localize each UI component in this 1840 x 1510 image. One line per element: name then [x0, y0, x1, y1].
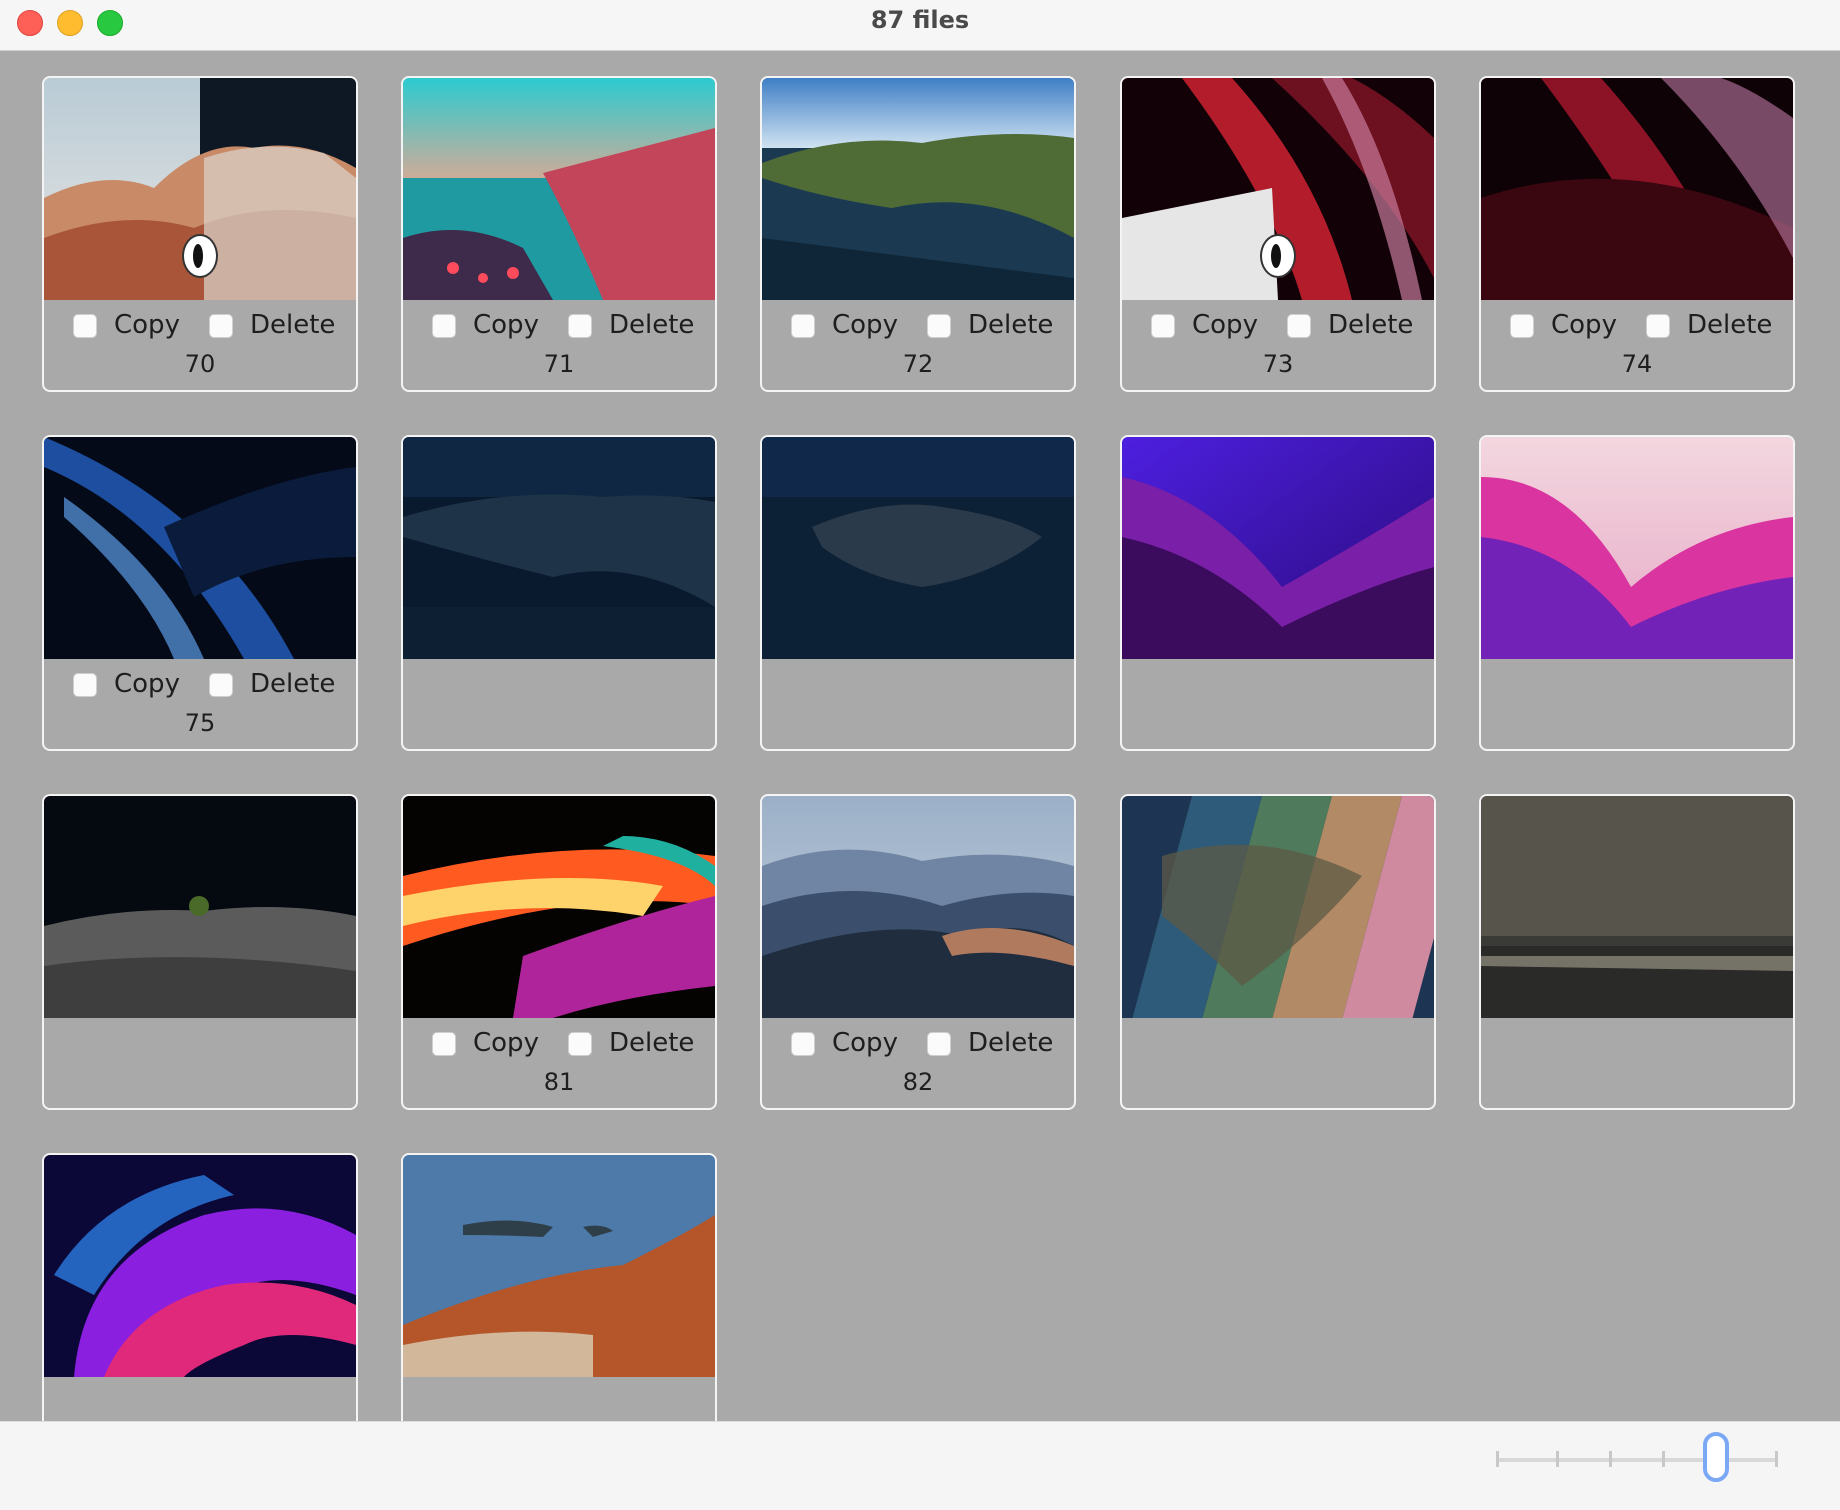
file-number: 70 [184, 350, 216, 378]
thumbnail-card[interactable]: Copy Delete 74 [1479, 76, 1795, 392]
thumbnail-image[interactable] [762, 437, 1074, 659]
thumbnail-image[interactable] [403, 796, 715, 1018]
window-title: 87 files [870, 6, 970, 34]
card-controls: Copy Delete [1481, 308, 1793, 348]
app-window: 87 files Copy Delete 70 Copy Delete 71 Copy D… [0, 0, 1840, 1510]
thumbnail-card[interactable]: Copy Delete 81 [401, 794, 717, 1110]
delete-checkbox[interactable] [1287, 314, 1311, 338]
file-number: 71 [543, 350, 575, 378]
thumbnail-image[interactable] [403, 1155, 715, 1377]
delete-label: Delete [250, 669, 336, 699]
copy-checkbox[interactable] [73, 314, 97, 338]
delete-checkbox[interactable] [209, 314, 233, 338]
copy-checkbox[interactable] [432, 314, 456, 338]
copy-label: Copy [114, 310, 180, 340]
card-controls: Copy Delete [762, 1026, 1074, 1066]
file-number: 82 [902, 1068, 934, 1096]
card-controls: Copy Delete [403, 1026, 715, 1066]
thumbnail-card[interactable] [42, 794, 358, 1110]
thumbnail-card[interactable]: Copy Delete 71 [401, 76, 717, 392]
thumbnail-image[interactable] [44, 1155, 356, 1377]
delete-label: Delete [968, 1028, 1054, 1058]
thumbnail-image[interactable] [762, 796, 1074, 1018]
delete-checkbox[interactable] [568, 1032, 592, 1056]
thumbnail-image[interactable] [1122, 796, 1434, 1018]
copy-label: Copy [832, 310, 898, 340]
file-number: 75 [184, 709, 216, 737]
footer-bar [0, 1421, 1840, 1510]
copy-label: Copy [1192, 310, 1258, 340]
copy-label: Copy [114, 669, 180, 699]
thumbnail-card[interactable] [1120, 794, 1436, 1110]
slider-tick [1496, 1451, 1499, 1467]
thumbnail-image[interactable] [762, 78, 1074, 300]
delete-label: Delete [1687, 310, 1773, 340]
copy-checkbox[interactable] [1510, 314, 1534, 338]
thumbnail-card[interactable]: Copy Delete 70 [42, 76, 358, 392]
card-controls: Copy Delete [44, 667, 356, 707]
slider-tick [1609, 1451, 1612, 1467]
card-controls: Copy Delete [403, 308, 715, 348]
thumbnail-image[interactable] [403, 78, 715, 300]
copy-checkbox[interactable] [73, 673, 97, 697]
zoom-slider-track[interactable] [1498, 1458, 1776, 1462]
thumbnail-image[interactable] [403, 437, 715, 659]
copy-checkbox[interactable] [1151, 314, 1175, 338]
thumbnail-card[interactable]: Copy Delete 72 [760, 76, 1076, 392]
thumbnail-card[interactable] [401, 435, 717, 751]
card-controls: Copy Delete [44, 308, 356, 348]
card-controls: Copy Delete [762, 308, 1074, 348]
thumbnail-card[interactable] [760, 435, 1076, 751]
file-number: 73 [1262, 350, 1294, 378]
slider-tick [1662, 1451, 1665, 1467]
delete-checkbox[interactable] [1646, 314, 1670, 338]
file-number: 74 [1621, 350, 1653, 378]
thumbnail-card[interactable] [42, 1153, 358, 1421]
thumbnail-image[interactable] [44, 437, 356, 659]
copy-label: Copy [473, 1028, 539, 1058]
delete-checkbox[interactable] [209, 673, 233, 697]
copy-checkbox[interactable] [791, 1032, 815, 1056]
delete-label: Delete [609, 1028, 695, 1058]
zoom-slider-knob[interactable] [1703, 1432, 1729, 1482]
title-bar: 87 files [0, 0, 1840, 51]
thumbnail-image[interactable] [1481, 78, 1793, 300]
thumbnail-image[interactable] [44, 796, 356, 1018]
file-number: 81 [543, 1068, 575, 1096]
delete-checkbox[interactable] [927, 314, 951, 338]
thumbnail-card[interactable] [1120, 435, 1436, 751]
copy-checkbox[interactable] [432, 1032, 456, 1056]
copy-label: Copy [473, 310, 539, 340]
thumbnail-image[interactable] [1122, 437, 1434, 659]
appearance-toggle-icon[interactable] [1260, 234, 1296, 278]
thumbnail-card[interactable] [1479, 794, 1795, 1110]
appearance-toggle-icon[interactable] [182, 234, 218, 278]
card-controls: Copy Delete [1122, 308, 1434, 348]
delete-label: Delete [250, 310, 336, 340]
slider-tick [1556, 1451, 1559, 1467]
file-number: 72 [902, 350, 934, 378]
thumbnail-card[interactable]: Copy Delete 75 [42, 435, 358, 751]
delete-checkbox[interactable] [568, 314, 592, 338]
thumbnail-grid[interactable]: Copy Delete 70 Copy Delete 71 Copy Delete 72 C… [0, 51, 1840, 1421]
delete-label: Delete [609, 310, 695, 340]
thumbnail-card[interactable] [401, 1153, 717, 1421]
thumbnail-image[interactable] [1481, 796, 1793, 1018]
slider-tick [1775, 1451, 1778, 1467]
thumbnail-card[interactable] [1479, 435, 1795, 751]
copy-checkbox[interactable] [791, 314, 815, 338]
thumbnail-card[interactable]: Copy Delete 82 [760, 794, 1076, 1110]
copy-label: Copy [1551, 310, 1617, 340]
delete-label: Delete [968, 310, 1054, 340]
thumbnail-image[interactable] [1481, 437, 1793, 659]
delete-label: Delete [1328, 310, 1414, 340]
thumbnail-card[interactable]: Copy Delete 73 [1120, 76, 1436, 392]
delete-checkbox[interactable] [927, 1032, 951, 1056]
copy-label: Copy [832, 1028, 898, 1058]
